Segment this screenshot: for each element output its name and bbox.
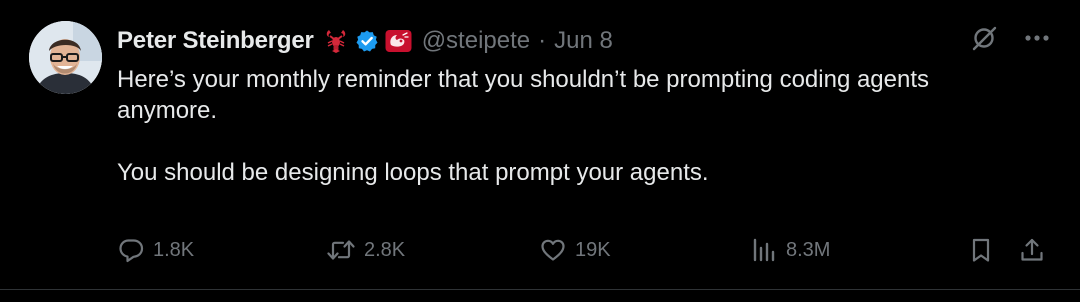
post-date[interactable]: Jun 8 — [554, 27, 613, 55]
avatar[interactable] — [29, 21, 102, 94]
user-handle[interactable]: @steipete — [422, 27, 530, 55]
repost-count: 2.8K — [364, 238, 406, 261]
bookmark-button[interactable] — [967, 232, 995, 268]
affiliate-badge-icon[interactable] — [385, 29, 412, 53]
share-icon — [1021, 238, 1043, 261]
meta-separator: · — [538, 27, 547, 54]
repost-icon — [327, 240, 355, 260]
heart-icon — [541, 239, 565, 261]
tweet-paragraph: Here’s your monthly reminder that you sh… — [117, 66, 930, 124]
bookmark-icon — [972, 238, 990, 262]
display-name[interactable]: Peter Steinberger — [117, 27, 314, 55]
tweet-header: Peter Steinberger @steipete · Jun 8 — [117, 24, 613, 58]
engagement-bar: 1.8K 2.8K 19K 8.3M — [117, 232, 1052, 268]
grok-icon[interactable] — [970, 24, 998, 52]
tweet-paragraph: You should be designing loops that promp… — [117, 159, 709, 186]
verified-badge-icon[interactable] — [355, 29, 379, 53]
reply-button[interactable]: 1.8K — [117, 232, 194, 268]
reply-count: 1.8K — [153, 238, 195, 261]
repost-button[interactable]: 2.8K — [326, 232, 405, 268]
tweet-text: Here’s your monthly reminder that you sh… — [117, 64, 1017, 188]
views-chart-icon — [753, 238, 775, 262]
more-dots-icon[interactable] — [1024, 34, 1050, 42]
share-button[interactable] — [1018, 232, 1046, 268]
views-button[interactable]: 8.3M — [750, 232, 830, 268]
comment-icon — [119, 239, 144, 263]
top-actions — [970, 24, 1050, 52]
lobster-emoji-icon — [324, 28, 348, 54]
like-count: 19K — [575, 238, 611, 261]
avatar-image — [29, 21, 102, 94]
like-button[interactable]: 19K — [539, 232, 611, 268]
views-count: 8.3M — [786, 238, 831, 261]
tweet-card[interactable]: Peter Steinberger @steipete · Jun 8 Here… — [0, 0, 1080, 290]
